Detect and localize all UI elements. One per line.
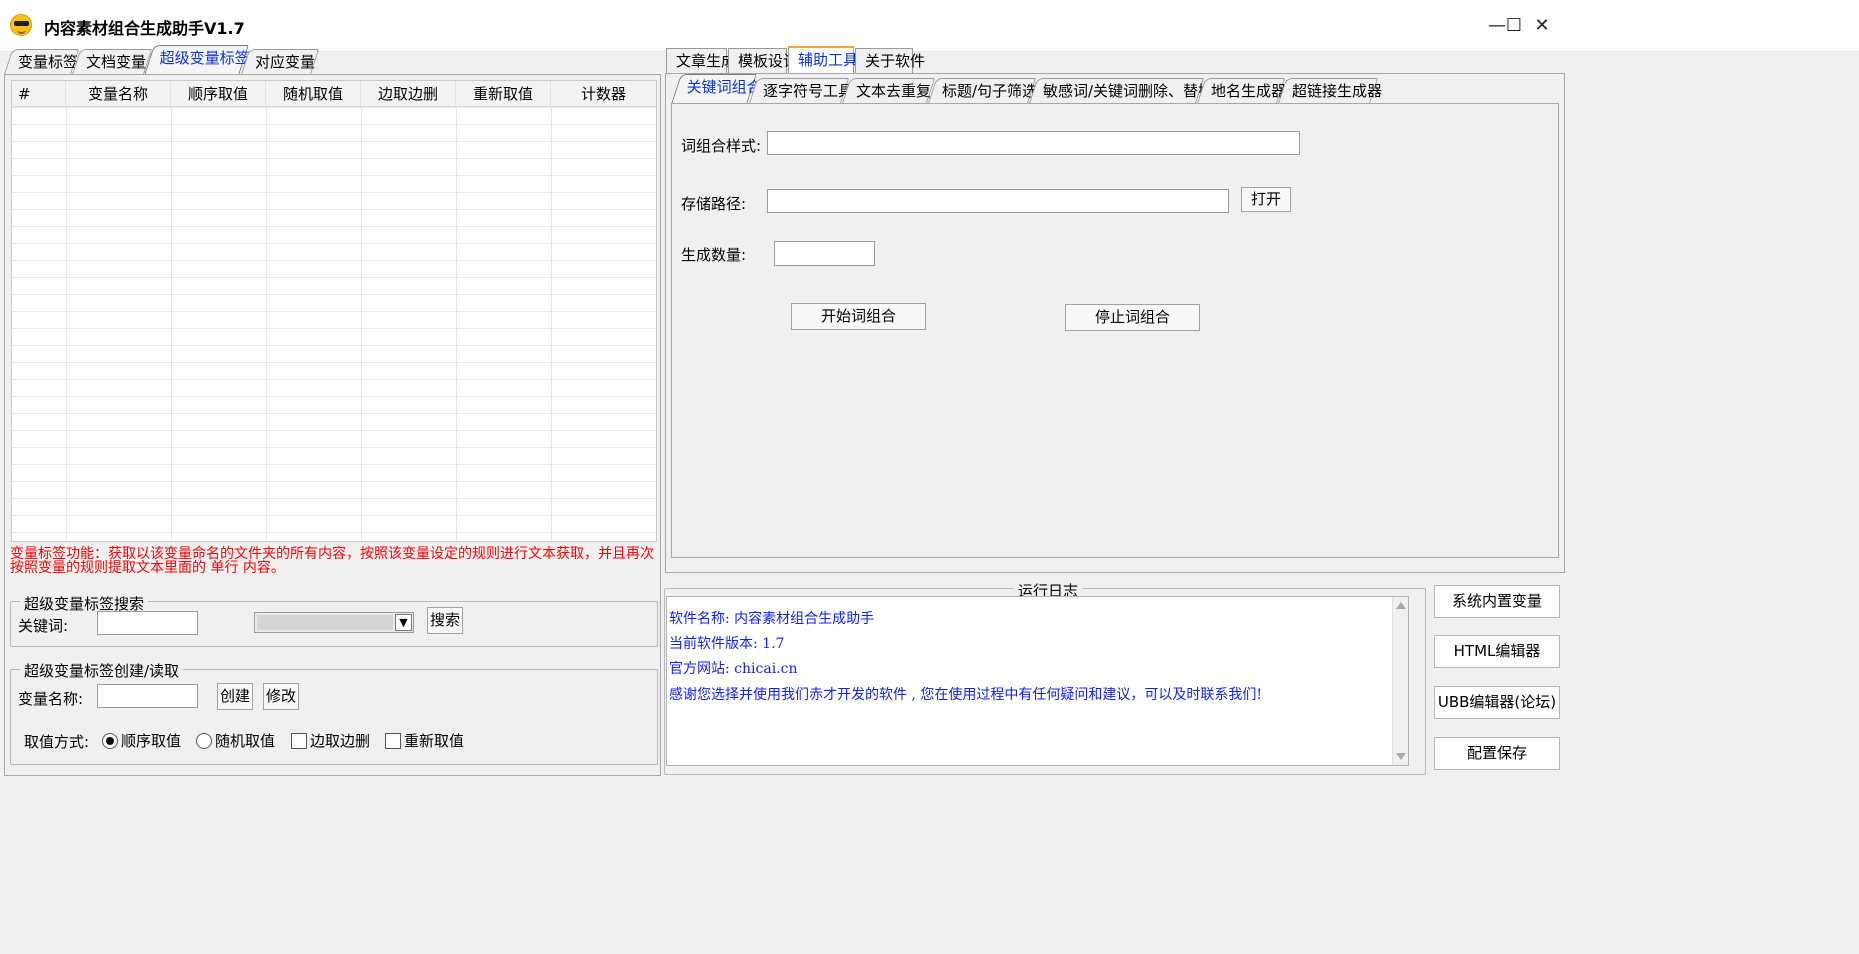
tab-super-variable-label[interactable]: 超级变量标签	[144, 45, 250, 75]
col-sequential[interactable]: 顺序取值	[171, 81, 266, 106]
generate-count-input[interactable]	[774, 241, 875, 266]
right-tab-strip: 文章生成 模板设计 辅助工具 关于软件	[666, 46, 925, 74]
search-button[interactable]: 搜索	[427, 607, 463, 634]
tab-corresponding-variable[interactable]: 对应变量	[240, 49, 320, 75]
value-mode-label: 取值方式:	[24, 733, 90, 751]
log-line: 软件名称: 内容素材组合生成助手	[669, 611, 875, 627]
feature-description: 变量标签功能：获取以该变量命名的文件夹的所有内容，按照该变量设定的规则进行文本获…	[10, 546, 654, 576]
tab-about[interactable]: 关于软件	[855, 48, 925, 74]
keyword-input[interactable]	[97, 611, 198, 635]
tab-text-dedup[interactable]: 文本去重复	[841, 78, 936, 104]
close-button[interactable]: ✕	[1525, 8, 1559, 42]
radio-sequential-indicator[interactable]	[102, 732, 118, 749]
col-index[interactable]: #	[12, 81, 66, 106]
left-tab-strip: 变量标签 文档变量 超级变量标签 对应变量	[3, 45, 320, 75]
start-combination-button[interactable]: 开始词组合	[791, 303, 926, 330]
variable-name-input[interactable]	[97, 684, 198, 708]
col-counter[interactable]: 计数器	[551, 81, 656, 106]
stop-combination-button[interactable]: 停止词组合	[1065, 304, 1200, 331]
close-icon: ✕	[1534, 14, 1550, 36]
table-body	[12, 107, 656, 541]
col-retake[interactable]: 重新取值	[456, 81, 551, 106]
generate-count-label: 生成数量:	[681, 246, 747, 264]
ubb-editor-button[interactable]: UBB编辑器(论坛)	[1434, 686, 1560, 719]
save-config-button[interactable]: 配置保存	[1434, 737, 1560, 770]
create-group-legend: 超级变量标签创建/读取	[20, 660, 184, 681]
app-logo-icon	[10, 14, 32, 36]
keyword-label: 关键词:	[18, 617, 69, 635]
create-button[interactable]: 创建	[217, 683, 253, 710]
tab-hyperlink-generator[interactable]: 超链接生成器	[1277, 78, 1382, 104]
storage-path-input[interactable]	[767, 189, 1229, 213]
col-variable-name[interactable]: 变量名称	[66, 81, 171, 106]
log-line: 当前软件版本: 1.7	[669, 636, 785, 652]
radio-sequential[interactable]: 顺序取值	[102, 730, 181, 751]
window-title: 内容素材组合生成助手V1.7	[44, 19, 245, 38]
storage-path-label: 存储路径:	[681, 195, 747, 213]
scroll-up-icon[interactable]	[1396, 602, 1406, 609]
tab-template-design[interactable]: 模板设计	[728, 48, 798, 74]
checkbox-retake[interactable]: 重新取值	[385, 730, 464, 751]
checkbox-take-delete[interactable]: 边取边删	[291, 730, 370, 751]
radio-random-indicator[interactable]	[196, 732, 212, 749]
tab-char-symbol-tool[interactable]: 逐字符号工具	[748, 78, 853, 104]
tab-keyword-combination[interactable]: 关键词组合	[671, 74, 762, 104]
tab-place-name-generator[interactable]: 地名生成器	[1196, 78, 1286, 104]
col-random[interactable]: 随机取值	[266, 81, 361, 106]
log-scrollbar[interactable]	[1392, 597, 1408, 765]
pattern-input[interactable]	[767, 131, 1300, 155]
log-line: 感谢您选择并使用我们赤才开发的软件 , 您在使用过程中有任何疑问和建议，可以及时…	[669, 687, 1262, 703]
checkbox-take-delete-box[interactable]	[291, 732, 307, 749]
col-take-delete[interactable]: 边取边删	[361, 81, 456, 106]
tab-title-sentence-filter[interactable]: 标题/句子筛选	[927, 78, 1037, 104]
modify-button[interactable]: 修改	[263, 683, 299, 710]
pattern-label: 词组合样式:	[681, 137, 762, 155]
checkbox-retake-box[interactable]	[385, 732, 401, 749]
html-editor-button[interactable]: HTML编辑器	[1434, 635, 1560, 668]
tab-sensitive-word-replace[interactable]: 敏感词/关键词删除、替换	[1028, 78, 1213, 104]
dropdown-arrow-icon[interactable]: ▼	[395, 614, 412, 631]
maximize-icon: ☐	[1505, 14, 1523, 36]
variable-select[interactable]: ▼	[254, 612, 414, 633]
scroll-down-icon[interactable]	[1396, 753, 1406, 760]
tab-variable-label[interactable]: 变量标签	[3, 49, 80, 75]
tab-article-generate[interactable]: 文章生成	[666, 48, 736, 74]
run-log-textarea[interactable]: 软件名称: 内容素材组合生成助手 当前软件版本: 1.7 官方网站: chica…	[666, 596, 1409, 766]
tab-document-variable[interactable]: 文档变量	[71, 49, 153, 75]
tab-auxiliary-tools[interactable]: 辅助工具	[788, 46, 858, 74]
table-header: # 变量名称 顺序取值 随机取值 边取边删 重新取值 计数器	[12, 81, 656, 107]
radio-random[interactable]: 随机取值	[196, 730, 275, 751]
system-variables-button[interactable]: 系统内置变量	[1434, 585, 1560, 618]
title-bar: 内容素材组合生成助手V1.7 — ☐ ✕	[0, 0, 1859, 52]
log-line: 官方网站: chicai.cn	[669, 661, 798, 677]
open-button[interactable]: 打开	[1241, 187, 1291, 212]
variable-table[interactable]: # 变量名称 顺序取值 随机取值 边取边删 重新取值 计数器	[11, 80, 657, 542]
tool-tab-strip: 关键词组合 逐字符号工具 文本去重复 标题/句子筛选 敏感词/关键词删除、替换 …	[671, 74, 1382, 104]
variable-name-label: 变量名称:	[18, 690, 84, 708]
